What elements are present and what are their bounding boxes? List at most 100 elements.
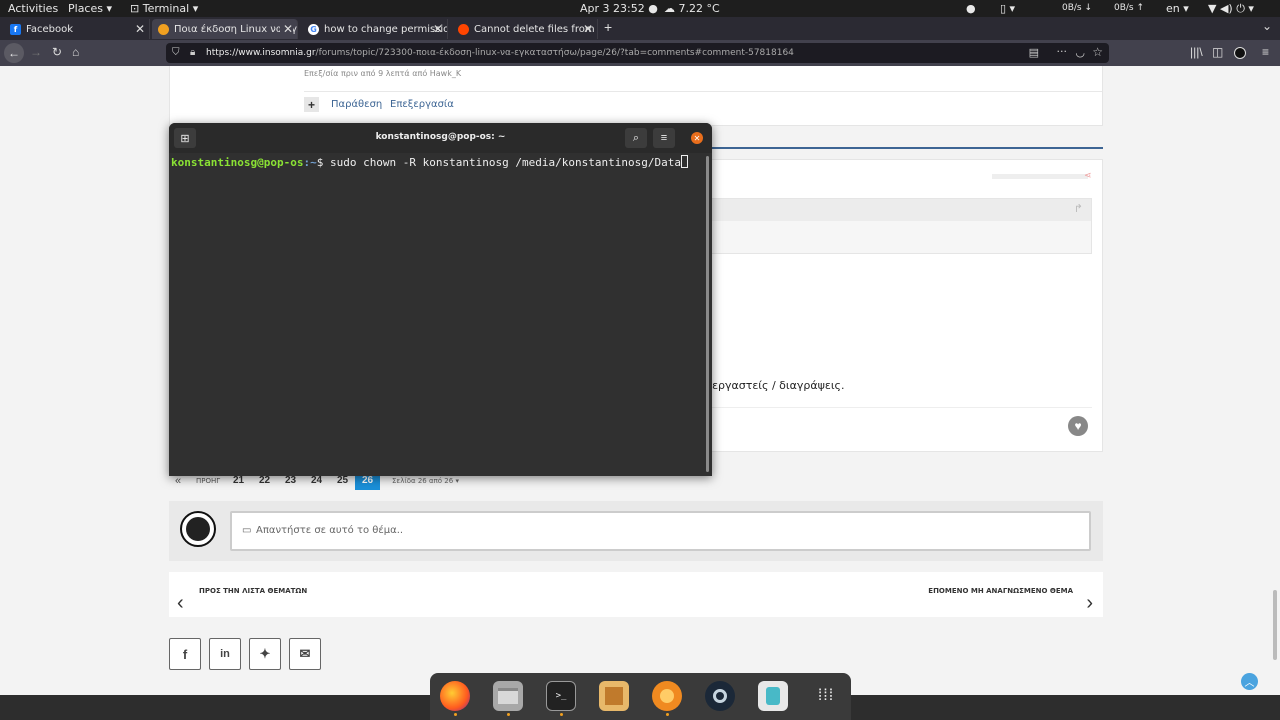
terminal-icon[interactable]: >_ <box>546 681 576 711</box>
multiquote-button[interactable]: + <box>304 97 319 112</box>
chevron-left-icon[interactable]: ‹ <box>177 592 184 615</box>
reload-icon[interactable]: ↻ <box>52 45 62 59</box>
terminal-small-icon: ⊡ <box>130 2 140 15</box>
prompt-user: konstantinosg@pop-os <box>171 156 304 169</box>
weather-indicator[interactable]: ☁ 7.22 °C <box>664 2 720 15</box>
linkedin-share-icon[interactable]: in <box>209 638 241 670</box>
home-icon[interactable]: ⌂ <box>72 45 79 59</box>
quote-link[interactable]: Παράθεση <box>331 99 382 110</box>
activities-button[interactable]: Activities <box>8 2 58 15</box>
files-icon[interactable] <box>493 681 523 711</box>
back-to-list-link[interactable]: ΠΡΟΣ ΤΗΝ ΛΙΣΤΑ ΘΕΜΑΤΩΝ <box>199 587 307 595</box>
page-21[interactable]: 21 <box>233 475 244 486</box>
bookmark-star-icon[interactable]: ☆ <box>1092 45 1103 59</box>
command-text: sudo chown -R konstantinosg /media/konst… <box>329 156 681 169</box>
google-icon: G <box>308 23 319 35</box>
reader-view-icon[interactable]: ▤ <box>1029 46 1039 59</box>
power-icon: ⏻ <box>1236 2 1245 15</box>
volume-icon: ◀) <box>1219 2 1233 15</box>
places-menu[interactable]: Places ▾ <box>68 2 112 15</box>
terminal-window[interactable]: ⊞ konstantinosg@pop-os: ~ ⌕ ≡ ✕ konstant… <box>169 123 712 476</box>
tab-reddit[interactable]: Cannot delete files from m ✕ <box>452 19 598 39</box>
weather-icon: ☁ <box>664 2 675 15</box>
sidebar-icon[interactable]: ◫ <box>1212 45 1223 59</box>
library-icon[interactable]: |||\ <box>1190 45 1203 59</box>
terminal-body[interactable]: konstantinosg@pop-os:~$ sudo chown -R ko… <box>171 155 704 476</box>
forward-icon[interactable]: → <box>30 45 42 59</box>
email-share-icon[interactable]: ✉ <box>289 638 321 670</box>
edit-link[interactable]: Επεξεργασία <box>390 99 454 110</box>
reply-input[interactable]: ▭ Απαντήστε σε αυτό το θέμα.. <box>230 511 1091 551</box>
pop-shop-icon[interactable] <box>758 681 788 711</box>
tab-google-search[interactable]: G how to change permission ✕ <box>302 19 448 39</box>
page-24[interactable]: 24 <box>311 475 322 486</box>
lock-icon: 🔒︎ <box>190 47 196 58</box>
prompt-symbol: $ <box>316 156 330 169</box>
app-menu[interactable]: ⊡ Terminal ▾ <box>130 2 198 15</box>
edited-note: Επεξ/σία πριν από 9 λεπτά από Hawk_K <box>304 69 462 78</box>
ubuntu-software-icon[interactable] <box>652 681 682 711</box>
tab-insomnia[interactable]: Ποια έκδοση Linux να εγκα ✕ <box>152 19 298 39</box>
firefox-icon[interactable] <box>440 681 470 711</box>
new-tab-icon[interactable]: + <box>604 19 612 35</box>
wifi-icon: ▼ <box>1208 2 1217 15</box>
page-22[interactable]: 22 <box>259 475 270 486</box>
tab-list-icon[interactable]: ⌄ <box>1262 19 1272 33</box>
close-icon[interactable]: ✕ <box>279 22 293 36</box>
browser-nav-bar: ← → ↻ ⌂ ⛉ 🔒︎ https://www.insomnia.gr/for… <box>0 40 1280 66</box>
insomnia-icon <box>158 23 169 35</box>
terminal-scrollbar[interactable] <box>706 156 709 472</box>
back-icon[interactable]: ← <box>4 43 24 63</box>
search-icon[interactable]: ⌕ <box>625 128 647 148</box>
terminal-header[interactable]: ⊞ konstantinosg@pop-os: ~ ⌕ ≡ ✕ <box>169 123 712 153</box>
next-unread-link[interactable]: ΕΠΟΜΕΝΟ ΜΗ ΑΝΑΓΝΩΣΜΕΝΟ ΘΕΜΑ <box>928 587 1073 595</box>
scroll-to-top-icon[interactable]: ︿ <box>1241 673 1258 690</box>
heart-icon[interactable]: ♥ <box>1068 416 1088 436</box>
update-icon[interactable]: ● <box>966 2 976 15</box>
page-actions-icon[interactable]: ··· <box>1057 45 1068 58</box>
page-25[interactable]: 25 <box>337 475 348 486</box>
language-indicator[interactable]: en ▾ <box>1166 2 1189 15</box>
prev-arrow[interactable]: « <box>175 475 181 487</box>
chevron-right-icon[interactable]: › <box>1086 592 1093 615</box>
reddit-icon <box>458 23 469 35</box>
clipboard-icon[interactable]: ▯ ▾ <box>1000 2 1015 15</box>
twitter-share-icon[interactable]: ✦ <box>249 638 281 670</box>
pocket-icon[interactable]: ◡ <box>1075 46 1085 59</box>
hamburger-menu-icon[interactable]: ≡ <box>1262 45 1269 59</box>
topic-nav: ΠΡΟΣ ΤΗΝ ΛΙΣΤΑ ΘΕΜΑΤΩΝ ‹ ΕΠΟΜΕΝΟ ΜΗ ΑΝΑΓ… <box>169 572 1103 617</box>
facebook-icon: f <box>10 23 21 35</box>
page-scrollbar[interactable] <box>1273 590 1277 660</box>
reply-area: ▭ Απαντήστε σε αυτό το θέμα.. <box>169 501 1103 561</box>
close-icon[interactable]: ✕ <box>430 22 443 36</box>
top-bar: Activities Places ▾ ⊡ Terminal ▾ Apr 3 2… <box>0 0 1280 17</box>
close-icon[interactable]: ✕ <box>580 22 593 36</box>
prev-label[interactable]: ΠΡΟΗΓ <box>196 477 220 485</box>
close-icon[interactable]: ✕ <box>132 22 145 36</box>
account-icon[interactable] <box>1234 47 1246 59</box>
share-icon[interactable]: ⋖ <box>1084 170 1092 181</box>
clock[interactable]: Apr 3 23:52 ● <box>580 2 658 15</box>
facebook-share-icon[interactable]: f <box>169 638 201 670</box>
divider <box>700 147 1103 149</box>
net-up-speed: 0B/s ↑ <box>1114 3 1145 13</box>
quote-block: ↱ <box>700 198 1092 254</box>
comment-icon: ▭ <box>242 525 252 536</box>
reply-arrow-icon: ↱ <box>1073 203 1083 215</box>
page-23[interactable]: 23 <box>285 475 296 486</box>
close-icon[interactable]: ✕ <box>691 132 703 144</box>
system-menu[interactable]: ▼ ◀) ⏻ ▾ <box>1208 2 1254 16</box>
menu-icon[interactable]: ≡ <box>653 128 675 148</box>
net-down-speed: 0B/s ↓ <box>1062 3 1093 13</box>
steam-icon[interactable] <box>705 681 735 711</box>
post-text: εξεργαστείς / διαγράψεις. <box>700 379 845 392</box>
page-jump-dropdown[interactable]: Σελίδα 26 από 26 ▾ <box>392 477 459 485</box>
image-viewer-icon[interactable] <box>599 681 629 711</box>
url-bar[interactable]: ⛉ 🔒︎ https://www.insomnia.gr/forums/topi… <box>166 43 1109 63</box>
cursor <box>680 155 688 168</box>
shield-icon: ⛉ <box>172 47 180 58</box>
avatar <box>180 511 216 547</box>
dock: >_ ⁞⁞⁞ <box>430 673 851 720</box>
app-grid-icon[interactable]: ⁞⁞⁞ <box>811 681 841 711</box>
tab-facebook[interactable]: f Facebook ✕ <box>4 19 150 39</box>
